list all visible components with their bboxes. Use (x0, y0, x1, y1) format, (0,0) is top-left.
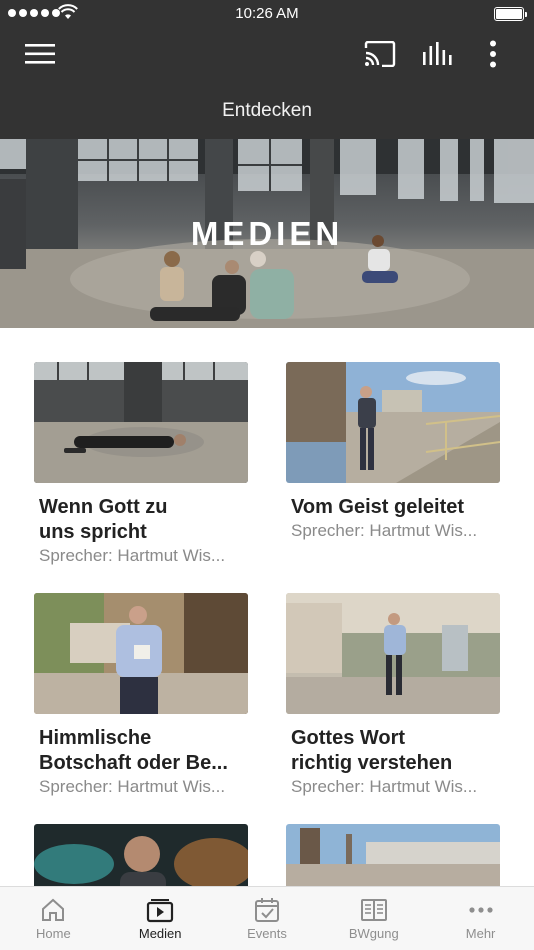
media-grid: Wenn Gott zu uns spricht Sprecher: Hartm… (0, 328, 534, 886)
book-icon (360, 899, 387, 921)
tab-label: Home (36, 926, 71, 941)
media-thumbnail (34, 824, 248, 886)
battery-icon (494, 7, 527, 21)
media-title: Wenn Gott zu uns spricht (39, 496, 168, 543)
tab-mehr[interactable]: Mehr (427, 887, 534, 950)
media-thumbnail (34, 593, 248, 714)
tab-label: Medien (138, 926, 182, 941)
tab-home[interactable]: Home (0, 887, 107, 950)
media-card[interactable]: Gottes Wort richtig verstehen Sprecher: … (286, 593, 500, 798)
cast-icon (364, 41, 396, 67)
page-title: Entdecken (222, 100, 312, 121)
tab-label: Events (247, 926, 287, 941)
media-thumbnail (286, 824, 500, 886)
tab-bwgung[interactable]: BWgung (320, 887, 427, 950)
hamburger-icon (25, 44, 55, 64)
media-title: Vom Geist geleitet (291, 496, 465, 518)
media-card[interactable]: Wenn Gott zu uns spricht Sprecher: Hartm… (34, 362, 248, 567)
equalizer-icon (423, 42, 452, 65)
media-title: Himmlische Botschaft oder Be... (39, 727, 228, 774)
media-card[interactable] (34, 824, 248, 886)
tab-label: BWgung (348, 926, 399, 941)
media-speaker: Sprecher: Hartmut Wis... (291, 777, 478, 796)
app-bar: Entdecken (0, 28, 534, 139)
status-time: 10:26 AM (235, 5, 299, 22)
media-thumbnail (286, 593, 500, 714)
hero-title: MEDIEN (190, 215, 344, 252)
menu-button[interactable] (22, 38, 58, 70)
media-card[interactable] (286, 824, 500, 886)
media-speaker: Sprecher: Hartmut Wis... (291, 521, 478, 540)
tab-label: Mehr (465, 926, 496, 941)
audio-levels-button[interactable] (418, 38, 456, 70)
calendar-icon (254, 898, 279, 922)
media-card[interactable]: Vom Geist geleitet Sprecher: Hartmut Wis… (286, 362, 500, 542)
media-thumbnail (34, 362, 248, 483)
cast-button[interactable] (360, 38, 400, 70)
tab-bar: Home Medien Events BWgung Mehr (0, 886, 534, 950)
media-speaker: Sprecher: Hartmut Wis... (39, 546, 226, 565)
tab-medien[interactable]: Medien (107, 887, 214, 950)
tab-events[interactable]: Events (214, 887, 321, 950)
media-thumbnail (286, 362, 500, 483)
media-card[interactable]: Himmlische Botschaft oder Be... Sprecher… (34, 593, 248, 798)
more-dots-icon (468, 907, 493, 913)
media-title: Gottes Wort richtig verstehen (291, 727, 453, 774)
overflow-menu-button[interactable] (478, 38, 508, 70)
home-icon (42, 898, 65, 921)
media-speaker: Sprecher: Hartmut Wis... (39, 777, 226, 796)
status-bar: 10:26 AM (0, 0, 534, 28)
hero-banner[interactable]: MEDIEN (0, 139, 534, 328)
media-icon (147, 899, 174, 923)
vertical-dots-icon (490, 40, 496, 68)
